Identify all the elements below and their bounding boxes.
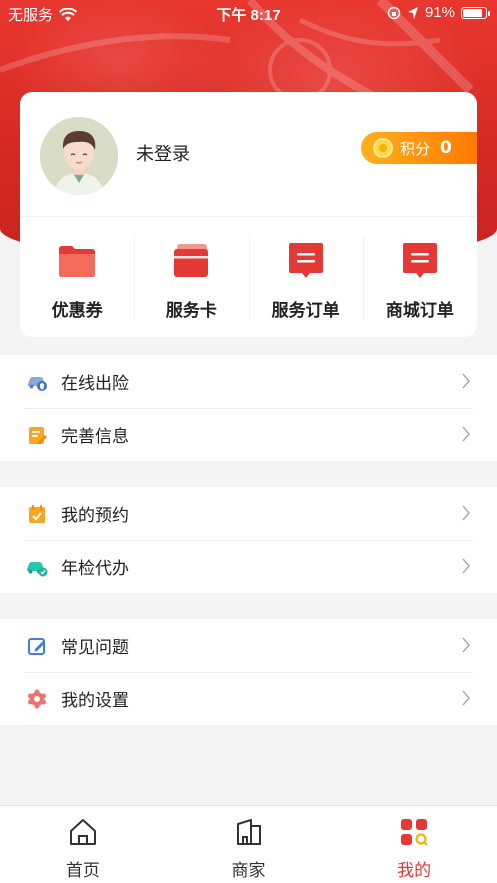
tab-home[interactable]: 首页 — [0, 806, 166, 883]
menu-item-complete-info[interactable]: 完善信息 — [0, 408, 497, 461]
menu-item-label: 年检代办 — [61, 559, 129, 579]
profile-grid-icon — [401, 819, 428, 846]
quick-action-service-order[interactable]: 服务订单 — [248, 232, 363, 322]
location-icon — [407, 6, 418, 19]
chevron-right-icon — [462, 426, 470, 442]
login-status-label[interactable]: 未登录 — [136, 140, 190, 166]
avatar[interactable] — [40, 117, 118, 195]
menu-item-label: 完善信息 — [61, 427, 129, 447]
quick-action-coupons[interactable]: 优惠券 — [20, 232, 134, 322]
quick-action-label: 服务订单 — [271, 301, 340, 321]
menu-item-label: 常见问题 — [61, 638, 129, 658]
menu-group-claims: 在线出险 完善信息 — [0, 355, 497, 461]
menu-item-label: 在线出险 — [61, 374, 129, 394]
mall-order-icon — [402, 243, 437, 278]
tab-bar: 首页 商家 我的 — [0, 805, 497, 883]
store-icon — [236, 819, 261, 845]
chevron-right-icon — [462, 373, 470, 389]
battery-icon — [461, 6, 490, 19]
chevron-right-icon — [462, 558, 470, 574]
profile-card: 未登录 积分 0 优惠券 服务卡 服务订单 商城订单 — [20, 92, 477, 337]
tab-merchants[interactable]: 商家 — [166, 806, 332, 883]
card-divider — [20, 216, 477, 217]
tab-mine[interactable]: 我的 — [331, 806, 497, 883]
quick-actions: 优惠券 服务卡 服务订单 商城订单 — [20, 232, 477, 322]
battery-percent: 91% — [424, 4, 455, 21]
quick-action-mall-order[interactable]: 商城订单 — [362, 232, 477, 322]
menu-item-label: 我的设置 — [61, 691, 129, 711]
chevron-right-icon — [462, 690, 470, 706]
menu-item-my-settings[interactable]: 我的设置 — [0, 672, 497, 725]
tab-label: 首页 — [65, 861, 100, 881]
quick-action-label: 商城订单 — [385, 301, 454, 321]
service-order-icon — [288, 243, 323, 278]
quick-action-service-card[interactable]: 服务卡 — [134, 232, 248, 322]
menu-group-help: 常见问题 我的设置 — [0, 619, 497, 725]
points-label: 积分 — [400, 139, 431, 158]
menu-item-online-claim[interactable]: 在线出险 — [0, 355, 497, 408]
menu-item-label: 我的预约 — [61, 506, 129, 526]
folder-icon — [59, 246, 96, 277]
quick-action-label: 服务卡 — [165, 301, 217, 321]
points-value: 0 — [440, 138, 452, 158]
chevron-right-icon — [462, 505, 470, 521]
cards-icon — [174, 244, 209, 277]
calendar-check-icon — [29, 504, 45, 523]
settings-gear-icon — [28, 689, 46, 708]
menu-item-annual-inspection[interactable]: 年检代办 — [0, 540, 497, 593]
pencil-edit-icon — [28, 637, 45, 655]
quick-action-label: 优惠券 — [51, 301, 103, 321]
edit-document-icon — [29, 426, 47, 444]
home-icon — [69, 819, 96, 845]
rotation-lock-icon — [387, 6, 401, 19]
car-insurance-icon — [28, 376, 47, 391]
user-avatar-icon — [40, 117, 118, 195]
points-badge[interactable]: 积分 0 — [361, 132, 477, 164]
car-inspection-icon — [27, 561, 48, 576]
status-bar: 无服务 下午 8:17 91% — [0, 0, 497, 28]
menu-group-services: 我的预约 年检代办 — [0, 487, 497, 593]
menu-item-my-appointments[interactable]: 我的预约 — [0, 487, 497, 540]
menu-item-faq[interactable]: 常见问题 — [0, 619, 497, 672]
tab-label: 商家 — [231, 861, 266, 881]
tab-label: 我的 — [397, 861, 432, 881]
chevron-right-icon — [462, 637, 470, 653]
coin-icon — [373, 138, 393, 158]
